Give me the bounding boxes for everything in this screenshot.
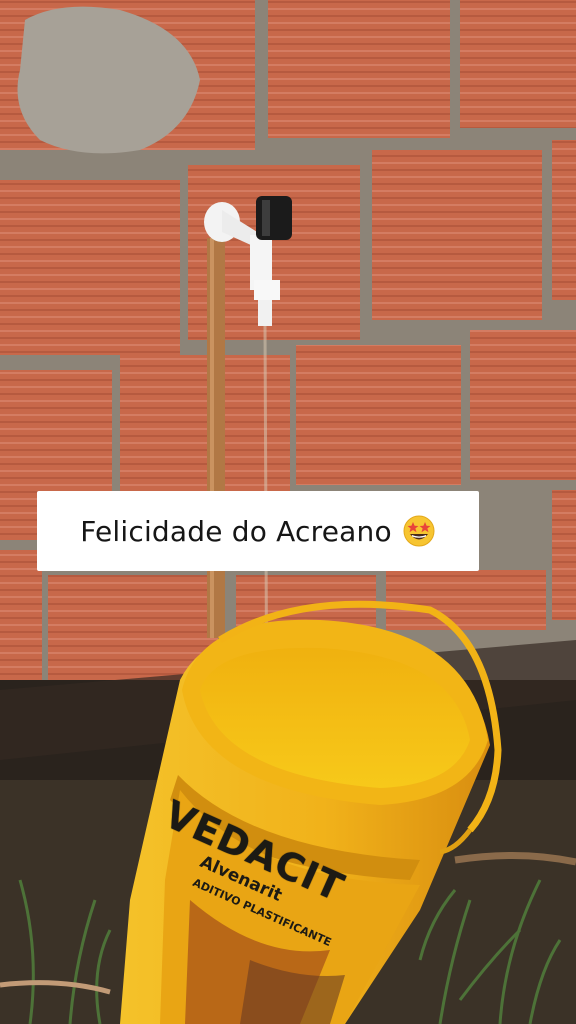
- caption-box: Felicidade do Acreano: [37, 491, 479, 571]
- caption-text: Felicidade do Acreano: [80, 514, 392, 548]
- copper-pipe: [207, 238, 225, 638]
- star-struck-emoji-icon: [403, 515, 435, 547]
